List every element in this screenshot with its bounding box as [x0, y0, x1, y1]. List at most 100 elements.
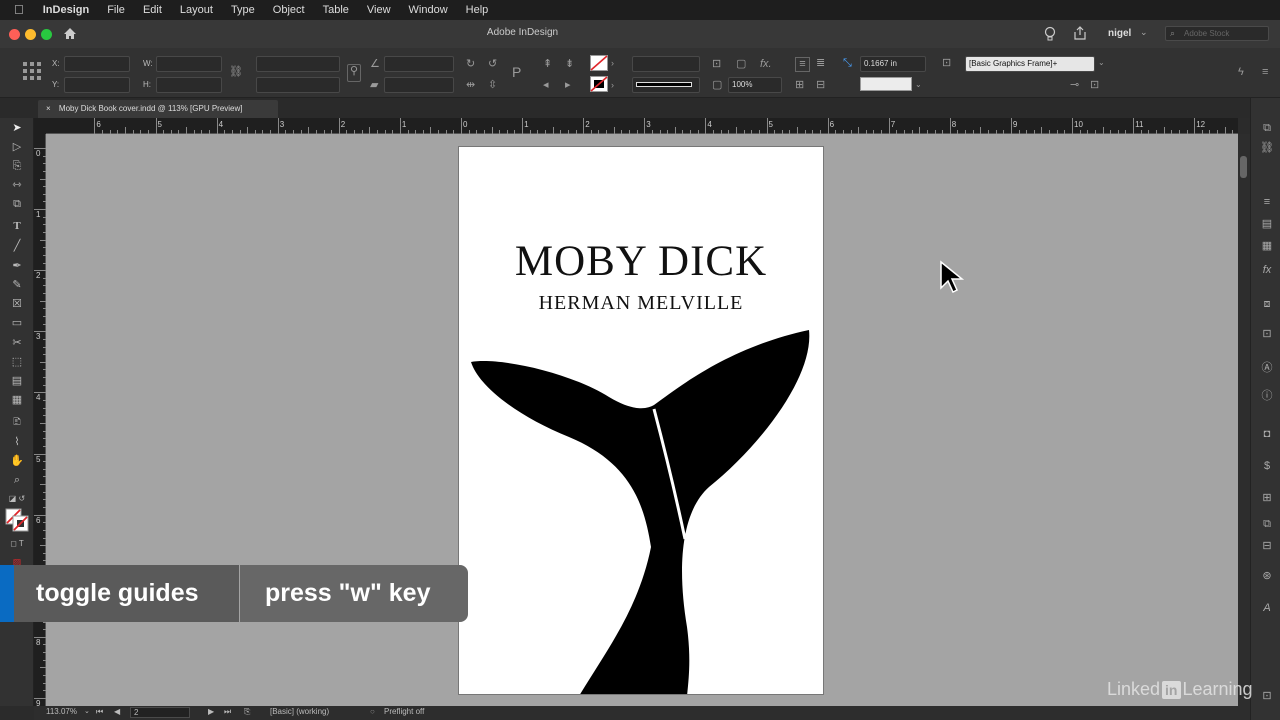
menu-layout[interactable]: Layout [171, 0, 222, 20]
text-wrap-icon[interactable]: ⊡ [712, 58, 721, 70]
stroke-weight-field[interactable]: 0.1667 in [860, 56, 926, 72]
stroke-type-select[interactable] [632, 77, 700, 93]
lightbulb-icon[interactable] [1044, 26, 1056, 42]
document-tab[interactable]: × Moby Dick Book cover.indd @ 113% [GPU … [38, 100, 278, 118]
menu-edit[interactable]: Edit [134, 0, 171, 20]
menu-file[interactable]: File [98, 0, 134, 20]
direct-selection-tool-icon[interactable]: ▷ [8, 139, 26, 155]
effects-icon[interactable]: fx. [760, 58, 772, 70]
style-status[interactable]: [Basic] (working) [270, 707, 329, 716]
character-styles-icon[interactable]: Ⓐ [1259, 360, 1275, 376]
chevron-down-icon[interactable]: ⌄ [1140, 27, 1148, 38]
share-icon[interactable] [1073, 26, 1087, 41]
page-tool-icon[interactable]: ⎘ [8, 158, 26, 174]
width-field[interactable] [156, 56, 222, 72]
menu-type[interactable]: Type [222, 0, 264, 20]
chevron-down-icon[interactable]: ⌄ [1098, 57, 1105, 69]
first-page-icon[interactable]: ⏮ [96, 707, 103, 717]
align-left-icon[interactable]: ≡ [795, 57, 810, 72]
chevron-down-icon[interactable]: ⌄ [84, 707, 90, 715]
x-field[interactable] [64, 56, 130, 72]
shear-field[interactable] [384, 77, 454, 93]
stroke-color-preview[interactable] [860, 77, 912, 91]
rectangle-tool-icon[interactable]: ▭ [8, 315, 26, 331]
corner-options-icon[interactable]: ▢ [736, 58, 746, 70]
menu-object[interactable]: Object [264, 0, 314, 20]
menu-app-name[interactable]: InDesign [34, 0, 98, 20]
eyedropper-tool-icon[interactable]: ⌇ [8, 434, 26, 450]
pen-tool-icon[interactable]: ✒ [8, 258, 26, 274]
note-tool-icon[interactable]: 🗈 [8, 414, 26, 430]
preflight-status[interactable]: Preflight off [384, 707, 424, 716]
fill-menu-arrow-icon[interactable]: › [611, 57, 614, 69]
object-style-select[interactable]: [Basic Graphics Frame]+ [965, 56, 1095, 72]
text-wrap-panel-icon[interactable]: ⊡ [1259, 326, 1275, 342]
gap-tool-icon[interactable]: ⇿ [8, 177, 26, 193]
swatches-panel-icon[interactable]: ▦ [1259, 238, 1275, 254]
collapse-panels-icon[interactable]: ⊡ [1259, 688, 1275, 704]
links-panel-icon[interactable]: ⛓ [1259, 140, 1275, 156]
frame-grid-icon[interactable]: ⊡ [1090, 79, 1099, 91]
info-panel-icon[interactable]: ⓘ [1259, 388, 1275, 404]
vertical-scrollbar[interactable] [1238, 134, 1250, 706]
quick-apply-icon[interactable]: ⊸ [1070, 79, 1079, 91]
formatting-affects-icon[interactable]: ◻ T [8, 536, 26, 552]
gradient-panel-icon[interactable]: ▤ [1259, 216, 1275, 232]
rotate-ccw-icon[interactable]: ↺ [488, 58, 497, 70]
menu-help[interactable]: Help [457, 0, 498, 20]
apple-icon[interactable]:  [0, 0, 34, 20]
y-field[interactable] [64, 77, 130, 93]
distribute-icon[interactable]: ⊞ [795, 79, 804, 91]
selection-tool-icon[interactable]: ➤ [8, 120, 26, 136]
pencil-tool-icon[interactable]: ✎ [8, 277, 26, 293]
close-tab-icon[interactable]: × [46, 104, 51, 113]
opacity-field[interactable]: 100% [728, 77, 782, 93]
scale-x-field[interactable] [256, 56, 340, 72]
zoom-level[interactable]: 113.07% [46, 707, 77, 716]
scissors-tool-icon[interactable]: ✂ [8, 335, 26, 351]
book-cover-page[interactable]: MOBY DICK HERMAN MELVILLE [458, 146, 824, 695]
align-to-icon[interactable]: ⊟ [816, 79, 825, 91]
flip-horizontal-icon[interactable]: ⇹ [466, 79, 475, 91]
stroke-swatch-icon[interactable] [590, 76, 608, 92]
cc-libraries-icon[interactable]: $ [1259, 458, 1275, 474]
constrain-proportions-icon[interactable]: ⛓ [229, 66, 243, 78]
stroke-menu-arrow-icon[interactable]: › [611, 79, 614, 91]
panel-menu-icon[interactable]: ≡ [1262, 66, 1268, 78]
reference-point-icon[interactable] [22, 61, 42, 81]
content-collector-icon[interactable]: ⧉ [8, 196, 26, 212]
fill-swatch-none-icon[interactable] [590, 55, 608, 71]
table-panel-icon[interactable]: ⊞ [1259, 490, 1275, 506]
stock-search-field[interactable]: ⌕ Adobe Stock [1165, 26, 1269, 41]
user-name[interactable]: nigel [1108, 28, 1131, 39]
select-container-icon[interactable]: ⇞ [543, 58, 552, 70]
scroll-thumb[interactable] [1240, 156, 1247, 178]
cell-styles-icon[interactable]: ⊟ [1259, 538, 1275, 554]
next-page-icon[interactable]: ▶ [208, 707, 214, 716]
fill-stroke-swatch-icon[interactable] [5, 508, 29, 532]
rotate-cw-icon[interactable]: ↻ [466, 58, 475, 70]
lightning-icon[interactable]: ϟ [1238, 66, 1244, 78]
ruler-origin[interactable] [34, 118, 46, 134]
zoom-tool-icon[interactable]: ⌕ [8, 472, 26, 488]
last-page-icon[interactable]: ⏭ [224, 707, 231, 717]
glyphs-panel-icon[interactable]: A [1259, 600, 1275, 616]
select-previous-icon[interactable]: ◂ [543, 79, 549, 91]
height-field[interactable] [156, 77, 222, 93]
menu-window[interactable]: Window [400, 0, 457, 20]
whale-tail-graphic[interactable] [459, 147, 824, 695]
default-fill-stroke-icon[interactable]: ◪ ↺ [8, 491, 26, 507]
hand-tool-icon[interactable]: ✋ [8, 453, 26, 469]
select-next-icon[interactable]: ▸ [565, 79, 571, 91]
scale-y-field[interactable] [256, 77, 340, 93]
flip-vertical-icon[interactable]: ⇳ [488, 79, 497, 91]
object-styles-icon[interactable]: ◘ [1259, 426, 1275, 442]
align-center-icon[interactable]: ≣ [816, 57, 825, 69]
scale-link-icon[interactable]: ⚲ [347, 64, 361, 82]
type-tool-icon[interactable]: T [8, 218, 26, 234]
menu-view[interactable]: View [358, 0, 400, 20]
gradient-swatch-tool-icon[interactable]: ▤ [8, 373, 26, 389]
page-number-field[interactable]: 2 [130, 707, 190, 718]
stroke-panel-icon[interactable]: ≡ [1259, 194, 1275, 210]
chevron-down-icon[interactable]: ⌄ [915, 79, 922, 91]
